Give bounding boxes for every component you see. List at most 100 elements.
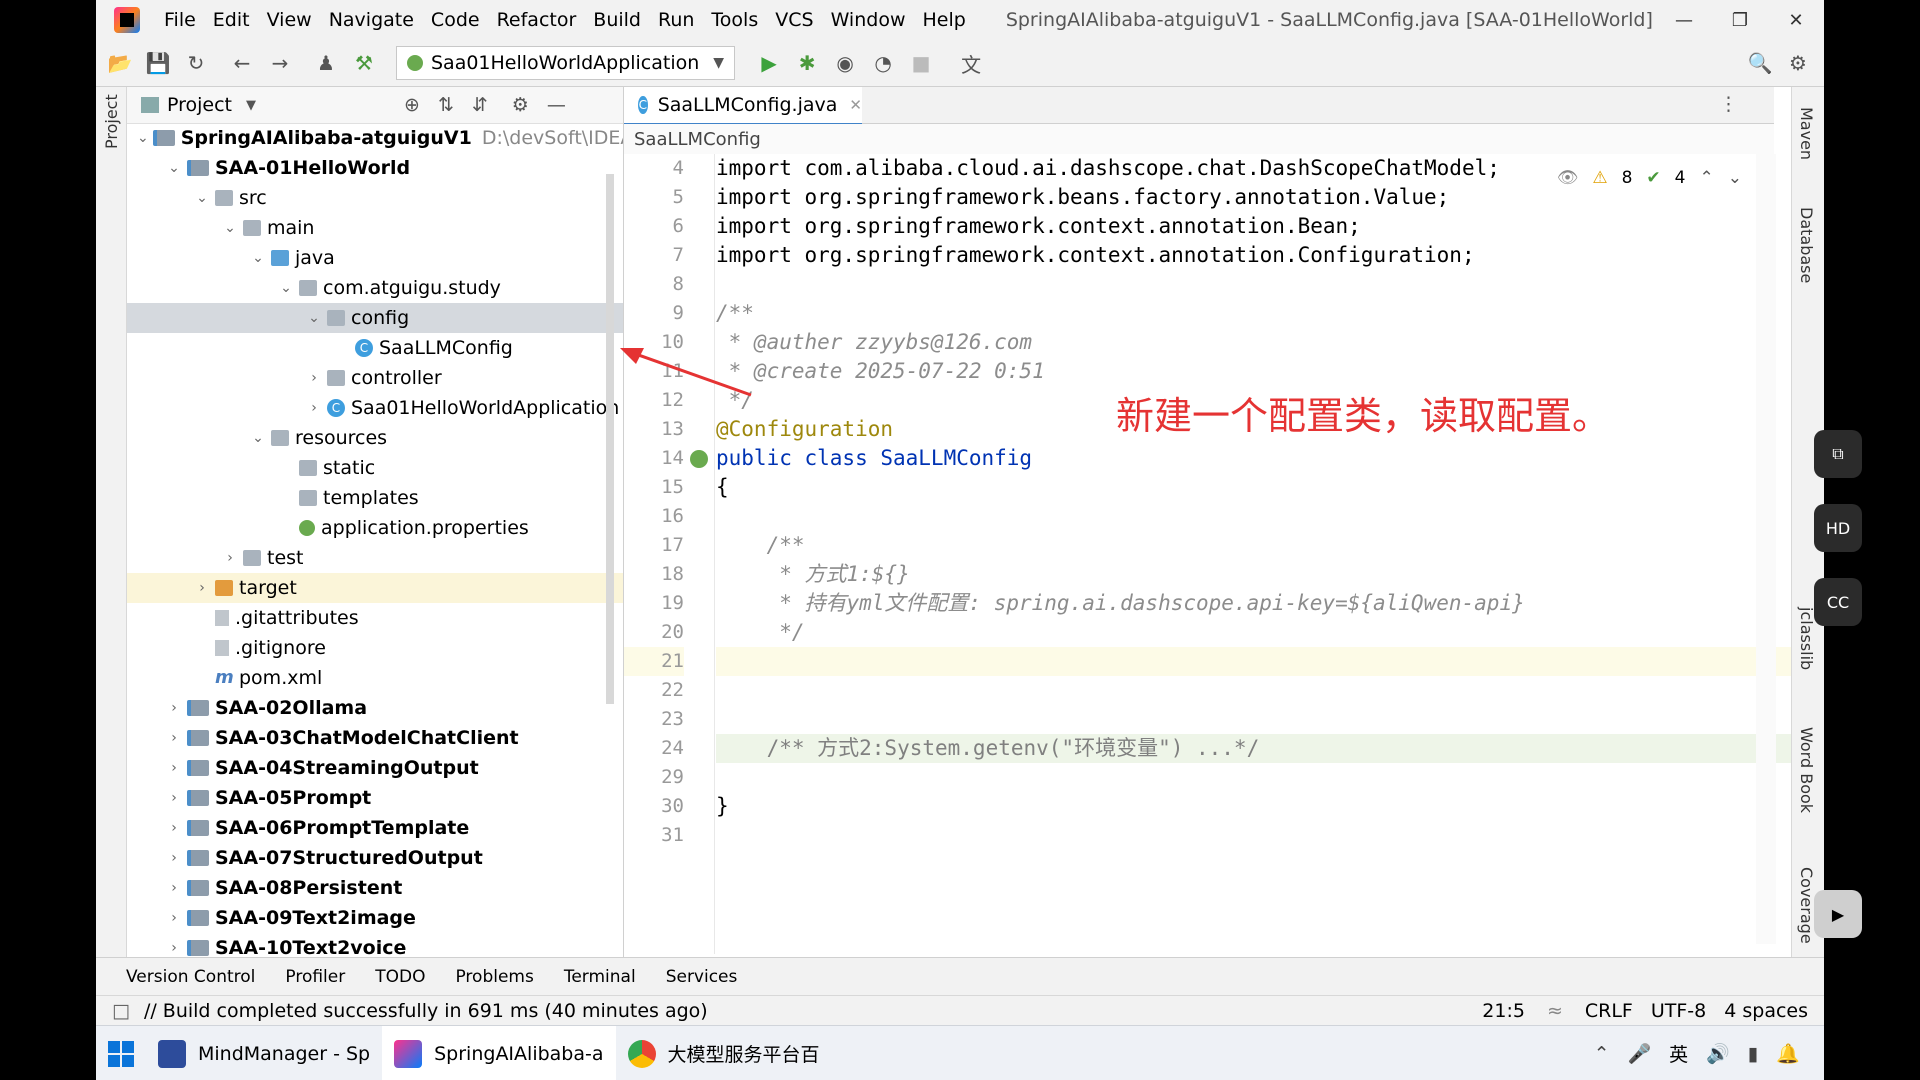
back-arrow-icon[interactable]: ← (228, 49, 256, 77)
sync-icon[interactable]: ↻ (182, 49, 210, 77)
database-tool-button[interactable]: Database (1797, 207, 1816, 283)
chevron-down-icon[interactable]: ⌄ (193, 190, 211, 206)
hide-panel-icon[interactable]: — (547, 94, 566, 116)
captions-icon[interactable]: CC (1814, 578, 1862, 626)
menu-view[interactable]: View (267, 9, 312, 31)
chevron-down-icon[interactable]: ⌄ (249, 250, 267, 266)
menu-help[interactable]: Help (922, 9, 965, 31)
expand-all-icon[interactable]: ⇅ (438, 94, 454, 116)
chevron-right-icon[interactable]: › (305, 370, 323, 386)
wordbook-tool-button[interactable]: Word Book (1797, 727, 1816, 813)
run-icon[interactable]: ▶ (755, 49, 783, 77)
tree-item[interactable]: C SaaLLMConfig (127, 333, 623, 363)
chevron-right-icon[interactable]: › (193, 580, 211, 596)
profiler-tab[interactable]: Profiler (285, 967, 345, 987)
code-editor[interactable]: import com.alibaba.cloud.ai.dashscope.ch… (716, 154, 1824, 954)
tree-item[interactable]: › SAA-09Text2image (127, 903, 623, 933)
tree-item[interactable]: .gitignore (127, 633, 623, 663)
menu-code[interactable]: Code (431, 9, 480, 31)
chevron-right-icon[interactable]: › (165, 700, 183, 716)
stop-icon[interactable]: ■ (907, 49, 935, 77)
tree-item[interactable]: › SAA-10Text2voice (127, 933, 623, 957)
collapse-all-icon[interactable]: ⇵ (472, 94, 488, 116)
chevron-right-icon[interactable]: › (165, 940, 183, 956)
tree-item[interactable]: templates (127, 483, 623, 513)
services-tab[interactable]: Services (666, 967, 738, 987)
tree-item[interactable]: ⌄ SAA-01HelloWorld (127, 153, 623, 183)
build-hammer-icon[interactable]: ⚒ (350, 49, 378, 77)
tree-item[interactable]: ⌄ src (127, 183, 623, 213)
menu-build[interactable]: Build (593, 9, 641, 31)
tray-chevron-up-icon[interactable]: ⌃ (1594, 1043, 1610, 1065)
tree-item[interactable]: ⌄ com.atguigu.study (127, 273, 623, 303)
play-video-icon[interactable]: ▶ (1814, 890, 1862, 938)
tree-item[interactable]: m pom.xml (127, 663, 623, 693)
menu-tools[interactable]: Tools (711, 9, 758, 31)
chevron-down-icon[interactable]: ⌄ (305, 310, 323, 326)
todo-tab[interactable]: TODO (375, 967, 425, 987)
coverage-icon[interactable]: ◉ (831, 49, 859, 77)
editor-tab-active[interactable]: C SaaLLMConfig.java ✕ (624, 87, 862, 126)
tree-item[interactable]: › target (127, 573, 623, 603)
line-separator[interactable]: CRLF (1585, 1000, 1633, 1022)
tree-item[interactable]: › SAA-05Prompt (127, 783, 623, 813)
start-button[interactable] (96, 1026, 146, 1080)
ime-indicator[interactable]: 英 (1669, 1040, 1688, 1067)
menu-vcs[interactable]: VCS (775, 9, 813, 31)
chevron-down-icon[interactable]: ⌄ (249, 430, 267, 446)
chevron-right-icon[interactable]: › (165, 760, 183, 776)
hd-quality-icon[interactable]: HD (1814, 504, 1862, 552)
tree-item[interactable]: › C Saa01HelloWorldApplication (127, 393, 623, 423)
chevron-up-icon[interactable]: ⌃ (1700, 168, 1714, 188)
chevron-right-icon[interactable]: › (305, 400, 323, 416)
more-tabs-icon[interactable]: ⋮ (1719, 93, 1738, 115)
open-folder-icon[interactable]: 📂 (106, 49, 134, 77)
save-icon[interactable]: 💾 (144, 49, 172, 77)
project-panel-title[interactable]: Project (167, 94, 232, 116)
toggle-panel-icon[interactable]: □ (112, 1000, 130, 1022)
reader-mode-icon[interactable]: 👁 (1557, 168, 1579, 188)
menu-edit[interactable]: Edit (213, 9, 250, 31)
mic-icon[interactable]: 🎤 (1628, 1042, 1652, 1065)
minimize-button[interactable]: — (1656, 0, 1712, 40)
taskbar-app-idea[interactable]: SpringAIAlibaba-a (382, 1026, 616, 1080)
maven-tool-button[interactable]: Maven (1797, 107, 1816, 160)
error-stripe[interactable] (1756, 154, 1776, 944)
tree-item[interactable]: › SAA-03ChatModelChatClient (127, 723, 623, 753)
settings-gear-icon[interactable]: ⚙ (1784, 49, 1812, 77)
chevron-right-icon[interactable]: › (165, 820, 183, 836)
chevron-down-icon[interactable]: ⌄ (137, 130, 149, 146)
tree-item[interactable]: ⌄ resources (127, 423, 623, 453)
tree-item[interactable]: › SAA-08Persistent (127, 873, 623, 903)
file-encoding[interactable]: UTF-8 (1651, 1000, 1706, 1022)
restore-button[interactable]: ❐ (1712, 0, 1768, 40)
chevron-down-icon[interactable]: ⌄ (277, 280, 295, 296)
chevron-right-icon[interactable]: › (221, 550, 239, 566)
menu-window[interactable]: Window (831, 9, 906, 31)
chevron-down-icon[interactable]: ⌄ (221, 220, 239, 236)
user-icon[interactable]: ♟ (312, 49, 340, 77)
project-scrollbar[interactable] (606, 174, 614, 704)
chevron-right-icon[interactable]: › (165, 880, 183, 896)
search-icon[interactable]: 🔍 (1746, 49, 1774, 77)
problems-tab[interactable]: Problems (455, 967, 533, 987)
indent-setting[interactable]: 4 spaces (1724, 1000, 1808, 1022)
chevron-down-icon[interactable]: ⌄ (165, 160, 183, 176)
tree-item[interactable]: application.properties (127, 513, 623, 543)
tree-item[interactable]: ⌄ main (127, 213, 623, 243)
chevron-right-icon[interactable]: › (165, 730, 183, 746)
close-button[interactable]: ✕ (1768, 0, 1824, 40)
git-icon[interactable]: ≈ (1547, 1000, 1563, 1022)
profile-icon[interactable]: ◔ (869, 49, 897, 77)
spring-bean-gutter-icon[interactable] (690, 450, 708, 468)
project-tool-button[interactable]: Project (102, 94, 121, 149)
volume-icon[interactable]: 🔊 (1706, 1042, 1730, 1065)
menu-run[interactable]: Run (658, 9, 694, 31)
tree-item[interactable]: static (127, 453, 623, 483)
menu-navigate[interactable]: Navigate (329, 9, 414, 31)
notification-bell-icon[interactable]: 🔔 (1776, 1042, 1800, 1065)
tree-item[interactable]: › SAA-07StructuredOutput (127, 843, 623, 873)
close-tab-icon[interactable]: ✕ (849, 96, 862, 114)
tree-root[interactable]: ⌄ SpringAIAlibaba-atguiguV1 D:\devSoft\I… (127, 123, 623, 153)
caret-position[interactable]: 21:5 (1482, 1000, 1525, 1022)
